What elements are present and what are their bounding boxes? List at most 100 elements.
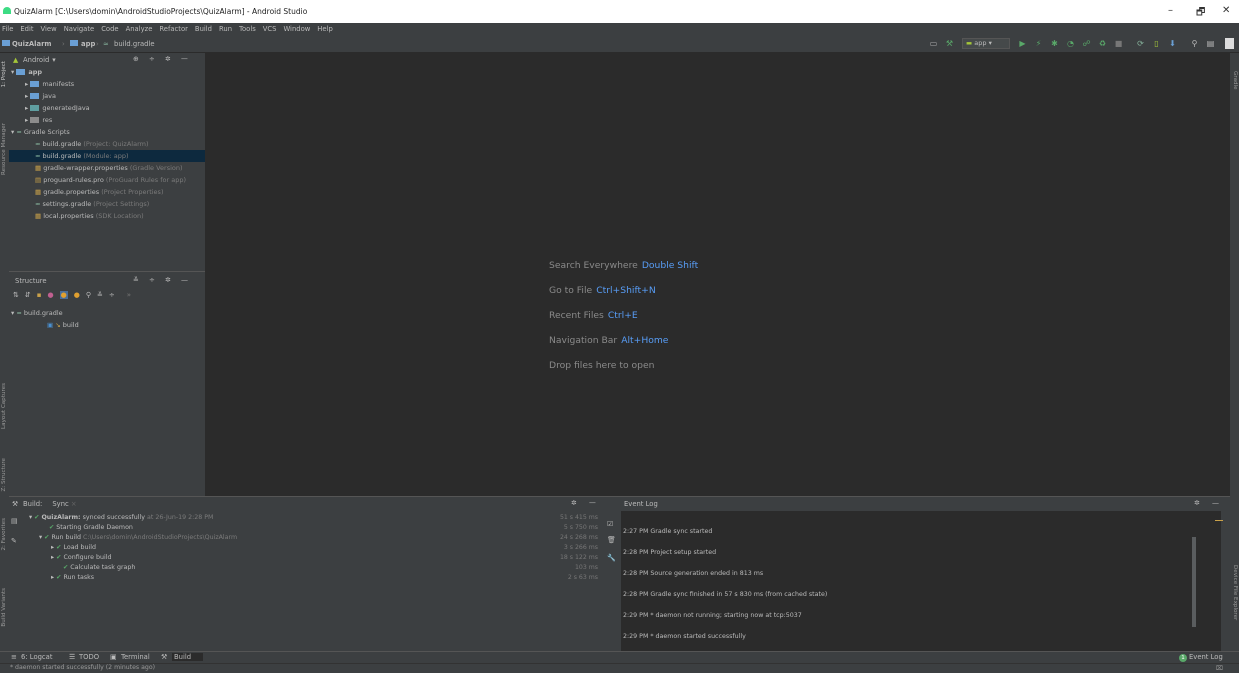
- menu-edit[interactable]: Edit: [20, 25, 33, 33]
- expand-icon[interactable]: ≚: [97, 291, 103, 299]
- editor-area[interactable]: Search Everywhere Double Shift Go to File…: [205, 53, 1230, 496]
- build-row[interactable]: ✔ Calculate task graph: [63, 563, 135, 573]
- sort-alpha-icon[interactable]: ⇅: [13, 291, 19, 299]
- hide-icon[interactable]: —: [181, 276, 188, 284]
- gear-icon[interactable]: ✲: [1194, 499, 1200, 507]
- sync-icon[interactable]: ♻: [1097, 38, 1108, 49]
- scrollbar[interactable]: [1192, 537, 1196, 627]
- sdk-manager-icon[interactable]: ⬇: [1167, 38, 1178, 49]
- filter-icon[interactable]: ⚲: [86, 291, 91, 299]
- resource-manager-tab[interactable]: Resource Manager: [1, 123, 7, 175]
- tree-item-generatedjava[interactable]: ▸ generatedJava: [25, 102, 90, 114]
- gradle-sync-icon[interactable]: ⟳: [1135, 38, 1146, 49]
- tree-item-proguard[interactable]: ▤ proguard-rules.pro (ProGuard Rules for…: [35, 174, 205, 186]
- gear-icon[interactable]: ✲: [165, 276, 171, 284]
- tree-item-gradle-scripts[interactable]: ▾ ≈ Gradle Scripts: [11, 126, 70, 138]
- project-view-select[interactable]: Android: [23, 56, 49, 64]
- tree-item-app[interactable]: ▾ app: [11, 66, 42, 78]
- tree-item-local-properties[interactable]: ▦ local.properties (SDK Location): [35, 210, 144, 222]
- apply-changes-icon[interactable]: ⚡: [1033, 38, 1044, 49]
- build-row[interactable]: ▾ ✔ Run build C:\Users\domin\AndroidStud…: [39, 533, 237, 543]
- show-properties-icon[interactable]: ▪: [37, 291, 42, 299]
- tree-item-settings-gradle[interactable]: ≈ settings.gradle (Project Settings): [35, 198, 149, 210]
- show-inherited-icon[interactable]: ●: [74, 291, 80, 299]
- build-tab[interactable]: Build: [172, 653, 204, 661]
- menu-navigate[interactable]: Navigate: [64, 25, 95, 33]
- layout-captures-tab[interactable]: Layout Captures: [1, 383, 7, 429]
- menu-run[interactable]: Run: [219, 25, 232, 33]
- locate-icon[interactable]: ⊕: [133, 55, 139, 63]
- minimize-button[interactable]: –: [1168, 5, 1173, 16]
- logcat-tab[interactable]: 6: Logcat: [21, 653, 52, 661]
- breadcrumb-module[interactable]: app: [81, 40, 95, 48]
- tree-item-res[interactable]: ▸ res: [25, 114, 52, 126]
- favorites-tool-tab[interactable]: 2: Favorites: [1, 518, 7, 551]
- structure-item-build[interactable]: ▣ ↘ build: [47, 319, 79, 331]
- expand-all-icon[interactable]: ≚: [133, 276, 139, 284]
- attach-debugger-icon[interactable]: ☍: [1081, 38, 1092, 49]
- hide-icon[interactable]: —: [181, 55, 188, 63]
- layout-inspector-icon[interactable]: [1225, 38, 1234, 49]
- tree-item-gradle-properties[interactable]: ▦ gradle.properties (Project Properties): [35, 186, 163, 198]
- build-tab-sync[interactable]: Sync ×: [52, 500, 76, 508]
- make-project-icon[interactable]: ⚒: [944, 38, 955, 49]
- menu-code[interactable]: Code: [101, 25, 118, 33]
- menu-refactor[interactable]: Refactor: [159, 25, 188, 33]
- search-icon[interactable]: ⚲: [1189, 38, 1200, 49]
- run-icon[interactable]: ▶: [1017, 38, 1028, 49]
- build-row[interactable]: ▸ ✔ Load build: [51, 543, 96, 553]
- trash-icon[interactable]: 🗑: [607, 536, 616, 544]
- breadcrumb-file[interactable]: build.gradle: [114, 40, 155, 48]
- collapse-all-icon[interactable]: ÷: [149, 276, 155, 284]
- close-icon[interactable]: ×: [71, 500, 77, 508]
- menu-vcs[interactable]: VCS: [263, 25, 277, 33]
- sort-visibility-icon[interactable]: ⇵: [25, 291, 31, 299]
- run-config-select[interactable]: ▬ app ▾: [962, 38, 1010, 49]
- avd-manager-icon[interactable]: ▯: [1151, 38, 1162, 49]
- wrench-icon[interactable]: 🔧: [607, 554, 616, 562]
- breadcrumb-project[interactable]: QuizAlarm: [12, 40, 52, 48]
- close-button[interactable]: ✕: [1222, 5, 1230, 16]
- event-log-tab[interactable]: Event Log: [1189, 653, 1223, 661]
- tree-item-build-gradle-project[interactable]: ≈ build.gradle (Project: QuizAlarm): [35, 138, 149, 150]
- menu-build[interactable]: Build: [195, 25, 212, 33]
- build-row[interactable]: ▾ ✔ QuizAlarm: synced successfully at 26…: [29, 513, 213, 523]
- gradle-tool-tab[interactable]: Gradle: [1232, 71, 1238, 90]
- todo-tab[interactable]: TODO: [79, 653, 99, 661]
- tree-item-manifests[interactable]: ▸ manifests: [25, 78, 74, 90]
- build-row[interactable]: ▸ ✔ Configure build: [51, 553, 111, 563]
- chevron-down-icon[interactable]: ▾: [52, 56, 55, 64]
- structure-item-root[interactable]: ▾ ≈ build.gradle: [11, 307, 63, 319]
- stop-icon[interactable]: ■: [1113, 38, 1124, 49]
- maximize-button[interactable]: 🗗: [1196, 5, 1205, 22]
- project-structure-icon[interactable]: ▤: [1205, 38, 1216, 49]
- debug-icon[interactable]: ✱: [1049, 38, 1060, 49]
- menu-window[interactable]: Window: [283, 25, 310, 33]
- collapse-all-icon[interactable]: ÷: [149, 55, 155, 63]
- menu-help[interactable]: Help: [317, 25, 333, 33]
- tree-item-java[interactable]: ▸ java: [25, 90, 56, 102]
- mark-read-icon[interactable]: ☑: [607, 520, 613, 528]
- show-fields-icon[interactable]: ●: [59, 291, 68, 299]
- menu-analyze[interactable]: Analyze: [126, 25, 153, 33]
- gear-icon[interactable]: ✲: [571, 499, 577, 507]
- gear-icon[interactable]: ✲: [165, 55, 171, 63]
- menu-view[interactable]: View: [41, 25, 57, 33]
- terminal-tab[interactable]: Terminal: [121, 653, 150, 661]
- hide-icon[interactable]: —: [1212, 499, 1219, 507]
- more-icon[interactable]: »: [127, 291, 131, 299]
- collapse-icon[interactable]: ÷: [109, 291, 115, 299]
- structure-tool-tab[interactable]: Z: Structure: [1, 458, 7, 492]
- device-file-explorer-tab[interactable]: Device File Explorer: [1232, 565, 1238, 620]
- build-row[interactable]: ▸ ✔ Run tasks: [51, 573, 94, 583]
- event-log-body[interactable]: 2:27 PM Gradle sync started 2:28 PM Proj…: [621, 511, 1221, 652]
- structure-view-icon[interactable]: ▭: [928, 38, 939, 49]
- toggle-view-icon[interactable]: ▤: [11, 517, 18, 525]
- tree-item-build-gradle-module[interactable]: ≈ build.gradle (Module: app): [9, 150, 205, 162]
- menu-file[interactable]: File: [2, 25, 13, 33]
- build-variants-tab[interactable]: Build Variants: [1, 588, 7, 627]
- build-row[interactable]: ✔ Starting Gradle Daemon: [49, 523, 133, 533]
- tree-item-gradle-wrapper[interactable]: ▦ gradle-wrapper.properties (Gradle Vers…: [35, 162, 183, 174]
- menu-tools[interactable]: Tools: [239, 25, 256, 33]
- profile-icon[interactable]: ◔: [1065, 38, 1076, 49]
